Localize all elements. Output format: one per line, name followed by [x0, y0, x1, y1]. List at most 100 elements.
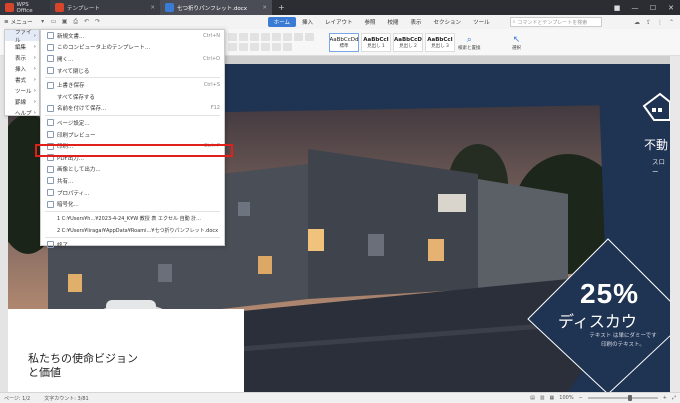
show-marks-icon[interactable]	[283, 43, 292, 51]
zoom-slider[interactable]	[587, 395, 658, 401]
select-button[interactable]: ↖ 選択	[512, 35, 521, 51]
shading-icon[interactable]	[294, 33, 303, 41]
menu-item-share[interactable]: 共有...	[41, 175, 224, 187]
tab-tools[interactable]: ツール	[467, 15, 496, 29]
menu-item-edit[interactable]: 編集 ›	[5, 41, 39, 52]
menu-item-properties[interactable]: プロパティ...	[41, 187, 224, 199]
dropdown-icon[interactable]: ▾	[39, 18, 47, 26]
justify-icon[interactable]	[261, 33, 270, 41]
align-center-icon[interactable]	[239, 33, 248, 41]
open-folder-icon[interactable]: ▭	[50, 18, 58, 26]
align-right-icon[interactable]	[250, 33, 259, 41]
menu-item-label: ファイル	[15, 29, 32, 44]
menu-item-help[interactable]: ヘルプ ›	[5, 107, 39, 118]
menu-item-close-all[interactable]: すべて閉じる	[41, 65, 224, 77]
menu-item-view[interactable]: 表示 ›	[5, 52, 39, 63]
save-icon[interactable]: ▣	[61, 18, 69, 26]
account-icon[interactable]: ■	[608, 0, 626, 15]
discount-text: テキスト は単にダミーです 印刷のテキスト。	[574, 332, 670, 350]
menu-item-file[interactable]: ファイル ›	[5, 29, 39, 44]
minimize-icon[interactable]: —	[626, 0, 644, 15]
zoom-level[interactable]: 100%	[559, 395, 573, 401]
zoom-in-icon[interactable]: +	[663, 395, 667, 401]
menu-item-export-image[interactable]: 画像として出力...	[41, 164, 224, 176]
open-folder-icon	[47, 55, 54, 63]
menu-item-new-document[interactable]: 新規文書... Ctrl+N	[41, 30, 224, 42]
distributed-icon[interactable]	[272, 33, 281, 41]
style-heading-2[interactable]: AaBbCcD 見出し 2	[393, 33, 423, 52]
mission-heading: 私たちの使命ビジョン と価値	[28, 352, 138, 380]
zoom-out-icon[interactable]: −	[579, 395, 583, 401]
find-replace-button[interactable]: ⌕ 検索と置換	[458, 35, 481, 51]
discount-line-1: テキスト は単にダミーです	[589, 333, 657, 339]
tab-references[interactable]: 参照	[359, 15, 382, 29]
menu-item-format[interactable]: 書式 ›	[5, 74, 39, 85]
menu-item-save-as[interactable]: 名前を付けて保存... F12	[41, 103, 224, 115]
cloud-icon[interactable]: ☁	[634, 19, 640, 26]
reading-mode-icon[interactable]: ▦	[550, 395, 555, 401]
bullets-icon[interactable]	[228, 43, 237, 51]
menu-item-table[interactable]: 罫線 ›	[5, 96, 39, 107]
menu-item-save-all[interactable]: すべて保存する	[41, 91, 224, 103]
view-controls: ▤ ▥ ▦ 100% − + ⤢	[530, 395, 676, 401]
tab-insert[interactable]: 挿入	[296, 15, 319, 29]
discount-percent: 25%	[580, 278, 640, 309]
sort-icon[interactable]	[272, 43, 281, 51]
close-tab-icon[interactable]: ✕	[262, 5, 267, 11]
menu-item-label: 新規文書...	[57, 33, 85, 40]
vertical-scrollbar[interactable]	[670, 56, 680, 392]
print-icon[interactable]: ⎙	[72, 18, 80, 26]
share-icon[interactable]: ⇪	[646, 19, 651, 26]
menu-item-exit[interactable]: 終了	[41, 239, 224, 251]
fit-page-icon[interactable]: ⤢	[672, 395, 676, 401]
new-tab-button[interactable]: +	[272, 3, 291, 12]
close-tab-icon[interactable]: ✕	[150, 5, 155, 11]
style-heading-1[interactable]: AaBbCcI 見出し 1	[361, 33, 391, 52]
menu-item-insert[interactable]: 挿入 ›	[5, 63, 39, 74]
menu-item-save[interactable]: 上書き保存 Ctrl+S	[41, 79, 224, 91]
page-indicator[interactable]: ページ: 1/2	[4, 395, 30, 402]
ribbon-right-icons: ☁ ⇪ ⋮ ⌃	[634, 19, 680, 26]
redo-icon[interactable]: ↷	[94, 18, 102, 26]
indent-icon[interactable]	[250, 43, 259, 51]
word-count[interactable]: 文字カウント: 3/81	[44, 395, 89, 402]
tab-view[interactable]: 表示	[405, 15, 428, 29]
tab-section[interactable]: セクション	[428, 15, 468, 29]
zoom-slider-handle[interactable]	[627, 395, 632, 401]
recent-file-1[interactable]: 1 C:¥Users¥h...¥2023-4-24_K¥W 教授 表 エクセル …	[41, 213, 224, 225]
menu-item-print[interactable]: 印刷... Ctrl+P	[41, 140, 224, 152]
view-mode-icon[interactable]: ▤	[530, 395, 535, 401]
style-normal[interactable]: AaBbCcDd 標準	[329, 33, 359, 52]
undo-icon[interactable]: ↶	[83, 18, 91, 26]
align-left-icon[interactable]	[228, 33, 237, 41]
menu-item-export-pdf[interactable]: PDF出力...	[41, 152, 224, 164]
maximize-icon[interactable]: ☐	[644, 0, 662, 15]
menu-item-print-preview[interactable]: 印刷プレビュー	[41, 129, 224, 141]
menu-item-open[interactable]: 開く... Ctrl+O	[41, 53, 224, 65]
tab-layout[interactable]: レイアウト	[319, 15, 359, 29]
menu-item-label: 上書き保存	[57, 83, 85, 90]
tab-templates[interactable]: テンプレート ✕	[50, 0, 160, 15]
collapse-ribbon-icon[interactable]: ⌃	[669, 19, 674, 26]
tab-wps-office[interactable]: WPS Office	[0, 0, 50, 15]
line-spacing-icon[interactable]	[283, 33, 292, 41]
web-view-icon[interactable]: ▥	[540, 395, 545, 401]
menu-item-local-templates[interactable]: このコンピュータ上のテンプレート...	[41, 42, 224, 54]
numbering-icon[interactable]	[239, 43, 248, 51]
more-icon[interactable]: ⋮	[657, 19, 663, 26]
tab-document[interactable]: 七つ折りパンフレット.docx ✕	[160, 0, 272, 15]
menu-item-page-setup[interactable]: ページ設定...	[41, 117, 224, 129]
outdent-icon[interactable]	[261, 43, 270, 51]
command-search-input[interactable]: ⌕ コマンドとテンプレートを検索	[509, 17, 602, 27]
tab-review[interactable]: 校閲	[382, 15, 405, 29]
menu-item-label: プロパティ...	[57, 190, 90, 197]
select-label: 選択	[512, 46, 521, 51]
recent-file-2[interactable]: 2 C:¥Users¥liragai¥AppData¥Roami...¥七つ折り…	[41, 225, 224, 237]
close-window-icon[interactable]: ✕	[662, 0, 680, 15]
tab-home[interactable]: ホーム	[267, 17, 296, 27]
menu-item-encrypt[interactable]: 暗号化...	[41, 198, 224, 210]
menu-item-tools[interactable]: ツール ›	[5, 85, 39, 96]
border-icon[interactable]	[305, 33, 314, 41]
template-icon	[47, 43, 54, 51]
style-heading-3[interactable]: AaBbCcI 見出し 3	[425, 33, 455, 52]
